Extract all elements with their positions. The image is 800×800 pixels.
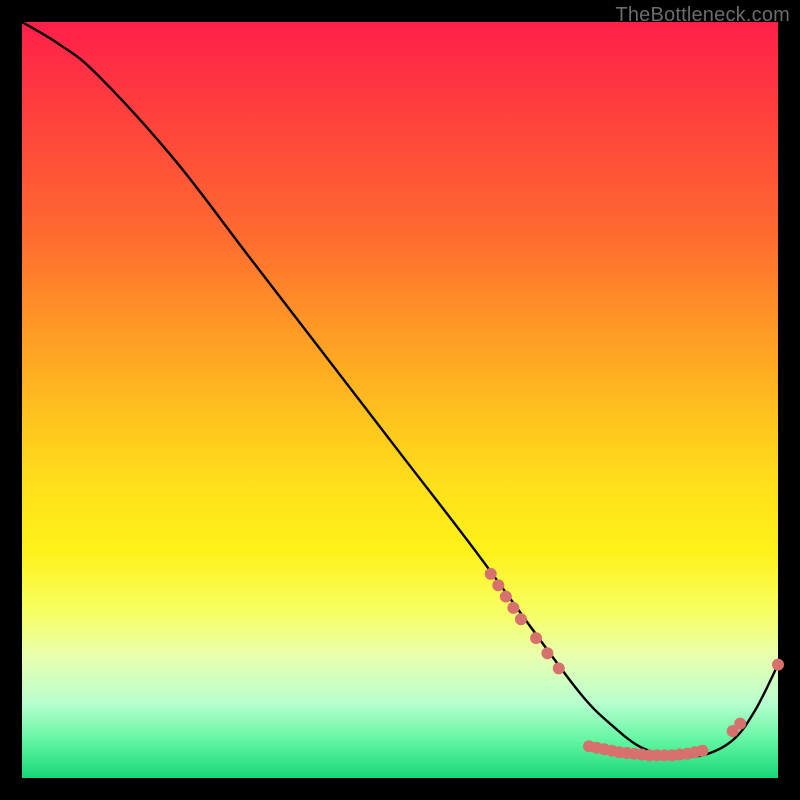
bottleneck-curve	[22, 22, 778, 757]
data-point	[485, 568, 497, 580]
data-point	[553, 662, 565, 674]
data-point	[541, 647, 553, 659]
watermark-text: TheBottleneck.com	[615, 4, 790, 27]
chart-stage: TheBottleneck.com	[0, 0, 800, 800]
data-point	[507, 602, 519, 614]
data-point	[500, 591, 512, 603]
data-point	[530, 632, 542, 644]
data-point	[515, 613, 527, 625]
plot-area	[22, 22, 778, 778]
data-point	[696, 745, 708, 757]
data-point	[492, 579, 504, 591]
chart-svg	[22, 22, 778, 778]
data-point	[772, 659, 784, 671]
data-point	[734, 718, 746, 730]
